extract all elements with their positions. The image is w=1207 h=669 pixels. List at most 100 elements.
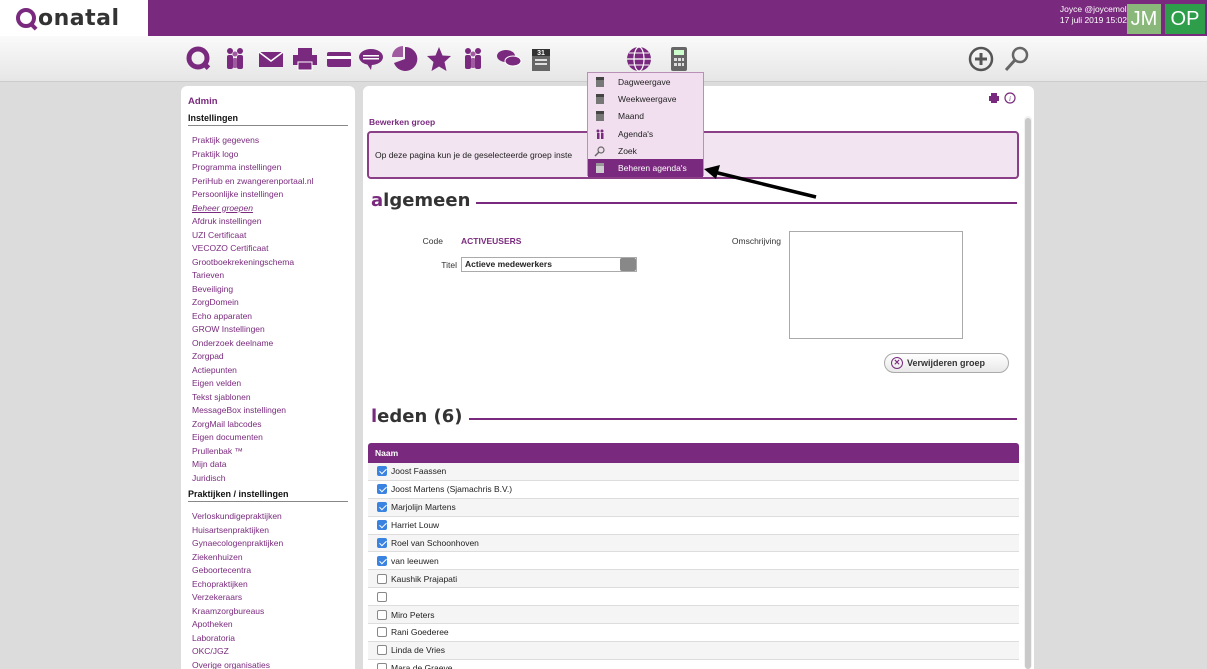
titel-input[interactable]: Actieve medewerkers — [461, 257, 637, 272]
sidebar-link[interactable]: Beheer groepen — [188, 202, 348, 216]
sidebar-link[interactable]: Verloskundigepraktijken — [188, 510, 348, 524]
sidebar-link[interactable]: OKC/JGZ — [188, 645, 348, 659]
panel-actions: i — [988, 92, 1016, 106]
members-table: Naam Joost Faassen Joost Martens (Sjamach… — [368, 443, 1019, 669]
mail-icon[interactable] — [256, 45, 286, 73]
member-checkbox[interactable] — [377, 663, 387, 669]
search-icon[interactable] — [1002, 45, 1032, 73]
sidebar-link[interactable]: Overige organisaties — [188, 659, 348, 669]
sidebar-link[interactable]: Eigen velden — [188, 377, 348, 391]
table-row: van leeuwen — [368, 552, 1019, 571]
member-checkbox[interactable] — [377, 520, 387, 531]
sidebar-link[interactable]: Verzekeraars — [188, 591, 348, 605]
sidebar-link[interactable]: Echopraktijken — [188, 578, 348, 592]
sidebar-link[interactable]: UZI Certificaat — [188, 229, 348, 243]
sidebar-link[interactable]: Eigen documenten — [188, 431, 348, 445]
menu-item-agendas[interactable]: Agenda's — [588, 125, 703, 142]
menu-item-weekweergave[interactable]: Weekweergave — [588, 90, 703, 107]
sidebar-link[interactable]: Tekst sjablonen — [188, 391, 348, 405]
sidebar-link[interactable]: MessageBox instellingen — [188, 404, 348, 418]
calendar-icon[interactable]: 31 — [526, 45, 556, 73]
member-checkbox[interactable] — [377, 502, 387, 513]
sidebar-link[interactable]: Onderzoek deelname — [188, 337, 348, 351]
sidebar-link[interactable]: Apotheken — [188, 618, 348, 632]
member-checkbox[interactable] — [377, 538, 387, 548]
star-icon[interactable] — [424, 45, 454, 73]
menu-item-maand[interactable]: Maand — [588, 108, 703, 125]
sidebar-link[interactable]: VECOZO Certificaat — [188, 242, 348, 256]
onatal-home-icon[interactable] — [184, 45, 214, 73]
menu-item-beheren-agendas[interactable]: Beheren agenda's — [588, 159, 703, 177]
code-label: Code — [422, 236, 443, 246]
top-bar: onatal Joyce @joycemol 17 juli 2019 15:0… — [0, 0, 1207, 36]
sidebar-link[interactable]: Grootboekrekeningschema — [188, 256, 348, 270]
sidebar-link[interactable]: Echo apparaten — [188, 310, 348, 324]
printer-icon[interactable] — [988, 92, 1000, 106]
sidebar-link[interactable]: Tarieven — [188, 269, 348, 283]
search-icon — [594, 145, 606, 157]
menu-item-zoek[interactable]: Zoek — [588, 142, 703, 159]
sidebar-link[interactable]: Persoonlijke instellingen — [188, 188, 348, 202]
svg-text:i: i — [1009, 95, 1011, 103]
sidebar-link[interactable]: Gynaecologenpraktijken — [188, 537, 348, 551]
info-text: Op deze pagina kun je de geselecteerde g… — [375, 150, 573, 160]
sidebar-link[interactable]: Zorgpad — [188, 350, 348, 364]
plus-circle-icon[interactable] — [966, 45, 996, 73]
sidebar-link[interactable]: Laboratoria — [188, 632, 348, 646]
sidebar-link[interactable]: Mijn data — [188, 458, 348, 472]
sidebar-link[interactable]: Prullenbak ™ — [188, 445, 348, 459]
info-icon[interactable]: i — [1004, 92, 1016, 106]
table-row: Linda de Vries — [368, 641, 1019, 660]
avatar-op[interactable]: OP — [1165, 4, 1205, 34]
menu-item-label: Weekweergave — [618, 93, 677, 104]
sidebar-link[interactable]: Praktijk logo — [188, 148, 348, 162]
table-row — [368, 588, 1019, 607]
scrollbar[interactable] — [1024, 116, 1032, 669]
chat-bubble-icon[interactable] — [356, 45, 386, 73]
sidebar-link[interactable]: Programma instellingen — [188, 161, 348, 175]
card-icon[interactable] — [324, 45, 354, 73]
sidebar-link[interactable]: ZorgDomein — [188, 296, 348, 310]
sidebar-link[interactable]: Afdruk instellingen — [188, 215, 348, 229]
sidebar-link[interactable]: Actiepunten — [188, 364, 348, 378]
calculator-icon[interactable] — [664, 45, 694, 73]
member-checkbox[interactable] — [377, 466, 387, 477]
printer-icon[interactable] — [290, 45, 320, 73]
globe-icon[interactable] — [624, 45, 654, 73]
member-checkbox[interactable] — [377, 555, 387, 566]
member-checkbox[interactable] — [377, 591, 387, 602]
chat-icon[interactable] — [494, 45, 524, 73]
titel-lookup-button[interactable] — [620, 258, 636, 271]
member-checkbox[interactable] — [377, 484, 387, 495]
group-icon[interactable] — [458, 45, 488, 73]
member-name: Harriet Louw — [391, 520, 440, 531]
sidebar-link[interactable]: PeriHub en zwangerenportaal.nl — [188, 175, 348, 189]
pie-chart-icon[interactable] — [390, 45, 420, 73]
scrollbar-thumb[interactable] — [1025, 118, 1031, 669]
delete-group-button[interactable]: ✕ Verwijderen groep — [884, 353, 1009, 373]
sidebar-link[interactable]: ZorgMail labcodes — [188, 418, 348, 432]
sidebar-link[interactable]: Ziekenhuizen — [188, 551, 348, 565]
sidebar-link[interactable]: GROW Instellingen — [188, 323, 348, 337]
member-checkbox[interactable] — [377, 645, 387, 656]
sidebar-link[interactable]: Beveiliging — [188, 283, 348, 297]
member-checkbox[interactable] — [377, 627, 387, 638]
menu-item-dagweergave[interactable]: Dagweergave — [588, 73, 703, 90]
titel-label: Titel — [441, 260, 457, 270]
people-icon[interactable] — [220, 45, 250, 73]
table-row: Marjolijn Martens — [368, 498, 1019, 517]
sidebar-link[interactable]: Geboortecentra — [188, 564, 348, 578]
sidebar-link[interactable]: Juridisch — [188, 472, 348, 486]
onatal-logo[interactable]: onatal — [0, 0, 148, 36]
member-checkbox[interactable] — [377, 609, 387, 620]
avatar-jm[interactable]: JM — [1127, 4, 1161, 34]
sidebar-link[interactable]: Huisartsenpraktijken — [188, 524, 348, 538]
member-name: Marjolijn Martens — [391, 502, 456, 513]
member-name: Mara de Graeve — [391, 663, 453, 669]
section-algemeen: a lgemeen — [371, 190, 1017, 211]
section-leden: l eden (6) — [371, 406, 1017, 427]
member-checkbox[interactable] — [377, 573, 387, 584]
sidebar-link[interactable]: Kraamzorgbureaus — [188, 605, 348, 619]
omschrijving-textarea[interactable] — [789, 231, 963, 339]
sidebar-link[interactable]: Praktijk gegevens — [188, 134, 348, 148]
